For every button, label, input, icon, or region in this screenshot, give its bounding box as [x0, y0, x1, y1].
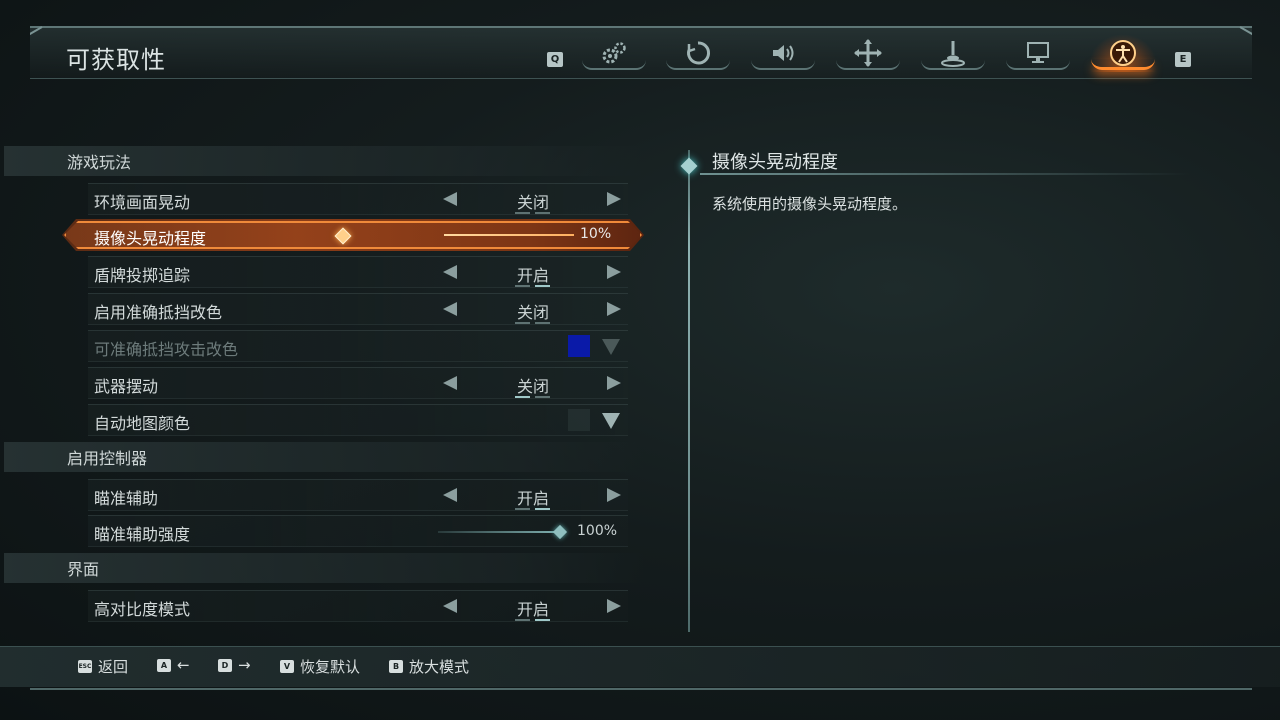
- setting-weapon-sway[interactable]: 武器摆动 关闭: [88, 367, 628, 399]
- setting-label: 启用准确抵挡改色: [94, 303, 223, 322]
- setting-value: 开启: [516, 600, 549, 619]
- setting-value: 关闭: [516, 193, 549, 212]
- arrow-right-icon[interactable]: [607, 376, 621, 390]
- prev-tab-key[interactable]: Q: [547, 52, 563, 67]
- hint-label: 恢复默认: [300, 658, 361, 676]
- next-hint[interactable]: D →: [218, 656, 251, 674]
- back-hint[interactable]: ESC 返回: [78, 656, 128, 677]
- arrow-right-icon[interactable]: [607, 599, 621, 613]
- color-swatch: [568, 409, 590, 431]
- tab-movement[interactable]: [834, 34, 902, 72]
- page-title: 可获取性: [66, 46, 166, 74]
- next-tab-key[interactable]: E: [1175, 52, 1191, 67]
- setting-aim-assist-strength[interactable]: 瞄准辅助强度 100%: [88, 515, 628, 547]
- slider-track[interactable]: [438, 531, 560, 533]
- arrow-left-icon[interactable]: [443, 376, 457, 390]
- section-gameplay: 游戏玩法: [4, 146, 644, 176]
- setting-value: 开启: [516, 489, 549, 508]
- section-controller: 启用控制器: [4, 442, 644, 472]
- zoom-mode-hint[interactable]: B 放大模式: [389, 656, 469, 677]
- setting-label: 可准确抵挡攻击改色: [94, 340, 239, 359]
- setting-value-box: 开启: [493, 596, 573, 621]
- section-title: 游戏玩法: [67, 153, 132, 172]
- setting-value-box: 关闭: [493, 189, 573, 214]
- setting-automap-color[interactable]: 自动地图颜色: [88, 404, 628, 436]
- tab-controller[interactable]: [919, 34, 987, 72]
- setting-parry-color: 可准确抵挡攻击改色: [88, 330, 628, 362]
- setting-value-box: 关闭: [493, 373, 573, 398]
- divider-line: [688, 150, 690, 632]
- slider-value: 10%: [580, 226, 612, 242]
- reset-default-hint[interactable]: V 恢复默认: [280, 656, 360, 677]
- setting-label: 盾牌投掷追踪: [94, 266, 191, 285]
- tab-accessibility[interactable]: [1089, 34, 1157, 72]
- setting-value-box: 关闭: [493, 299, 573, 324]
- tab-controls[interactable]: [664, 34, 732, 72]
- section-title: 启用控制器: [67, 449, 148, 468]
- setting-value-box: 开启: [493, 485, 573, 510]
- setting-aim-assist[interactable]: 瞄准辅助 开启: [88, 479, 628, 511]
- description-underline: [700, 173, 1190, 175]
- setting-value: 关闭: [516, 377, 549, 396]
- prev-hint[interactable]: A ←: [157, 656, 190, 674]
- arrow-left-icon[interactable]: [443, 599, 457, 613]
- setting-label: 环境画面晃动: [94, 193, 191, 212]
- footer-frame: [30, 688, 1252, 690]
- slider-handle[interactable]: [552, 524, 568, 540]
- hint-label: 返回: [98, 658, 129, 676]
- arrow-right-icon[interactable]: [607, 265, 621, 279]
- dropdown-arrow-icon: [602, 339, 620, 355]
- setting-parry-color-enable[interactable]: 启用准确抵挡改色 关闭: [88, 293, 628, 325]
- setting-label: 高对比度模式: [94, 600, 191, 619]
- setting-env-shake[interactable]: 环境画面晃动 关闭: [88, 183, 628, 215]
- footer-bar: [0, 646, 1280, 687]
- divider-diamond-icon: [680, 157, 698, 175]
- key-v: V: [280, 660, 294, 673]
- setting-value: 开启: [516, 266, 549, 285]
- setting-label: 瞄准辅助: [94, 489, 159, 508]
- setting-value-box: 开启: [493, 262, 573, 287]
- hint-label: 放大模式: [409, 658, 470, 676]
- slider-value: 100%: [577, 523, 618, 539]
- tab-game-settings[interactable]: [580, 34, 648, 72]
- tab-audio[interactable]: [749, 34, 817, 72]
- arrow-right-icon[interactable]: [607, 302, 621, 316]
- setting-high-contrast[interactable]: 高对比度模式 开启: [88, 590, 628, 622]
- setting-label: 摄像头晃动程度: [94, 229, 207, 248]
- arrow-right-icon[interactable]: [607, 488, 621, 502]
- hint-label: ←: [177, 656, 190, 674]
- hint-label: →: [238, 656, 251, 674]
- key-b: B: [389, 660, 403, 673]
- section-title: 界面: [67, 560, 100, 579]
- arrow-left-icon[interactable]: [443, 488, 457, 502]
- key-esc: ESC: [78, 660, 92, 673]
- key-d: D: [218, 658, 232, 672]
- setting-shield-tracking[interactable]: 盾牌投掷追踪 开启: [88, 256, 628, 288]
- dropdown-arrow-icon[interactable]: [602, 413, 620, 429]
- section-interface: 界面: [4, 553, 644, 583]
- setting-label: 自动地图颜色: [94, 414, 191, 433]
- tab-display[interactable]: [1004, 34, 1072, 72]
- setting-value: 关闭: [516, 303, 549, 322]
- setting-label: 瞄准辅助强度: [94, 525, 191, 544]
- arrow-right-icon[interactable]: [607, 192, 621, 206]
- setting-camera-shake[interactable]: 摄像头晃动程度 10%: [62, 219, 644, 251]
- arrow-left-icon[interactable]: [443, 302, 457, 316]
- color-swatch: [568, 335, 590, 357]
- key-a: A: [157, 658, 171, 672]
- description-text: 系统使用的摄像头晃动程度。: [712, 195, 908, 213]
- slider-track[interactable]: [444, 234, 574, 236]
- arrow-left-icon[interactable]: [443, 192, 457, 206]
- arrow-left-icon[interactable]: [443, 265, 457, 279]
- setting-label: 武器摆动: [94, 377, 159, 396]
- description-title: 摄像头晃动程度: [712, 152, 838, 173]
